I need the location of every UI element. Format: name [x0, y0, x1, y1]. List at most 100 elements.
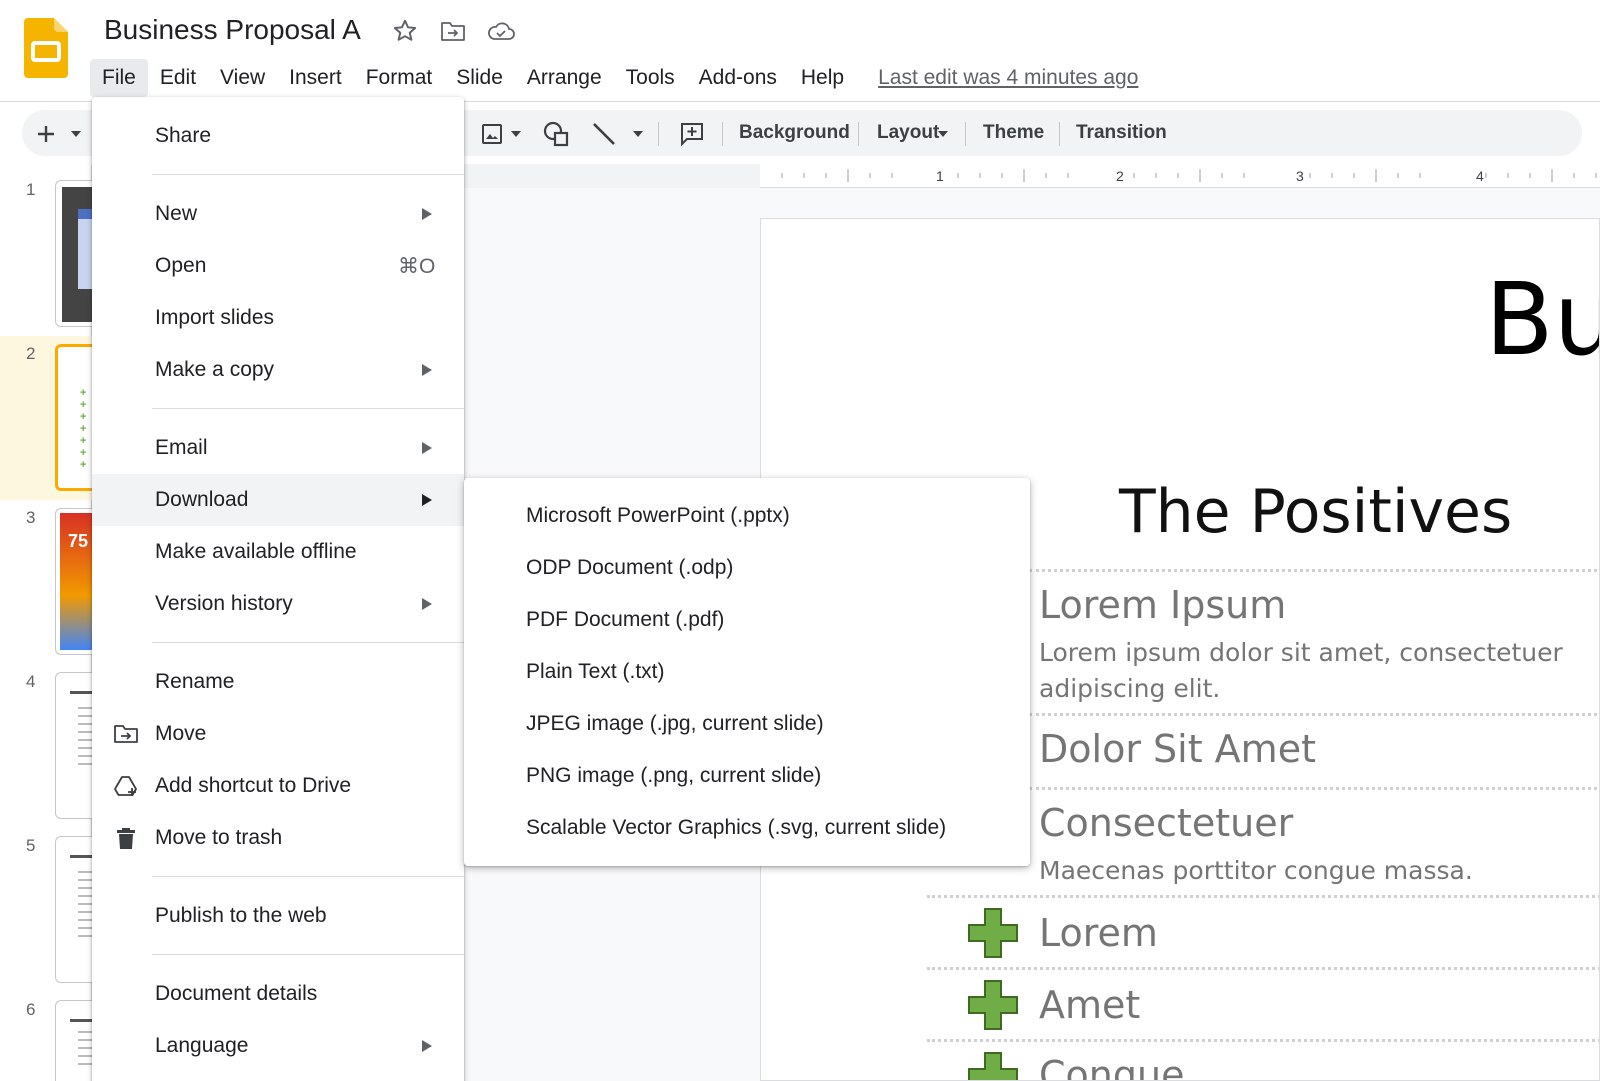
item-text[interactable]: Maecenas porttitor congue massa. [1039, 853, 1473, 889]
slide-thumbnail-6[interactable] [55, 1000, 95, 1081]
download-png[interactable]: PNG image (.png, current slide) [464, 750, 1030, 802]
file-menu-add-shortcut[interactable]: Add shortcut to Drive [92, 760, 464, 812]
file-menu-language[interactable]: Language [92, 1020, 464, 1072]
ruler-ticks [781, 169, 1597, 182]
new-slide-dropdown-icon[interactable] [66, 120, 86, 148]
menu-edit[interactable]: Edit [148, 59, 208, 97]
menu-item-label: Open [155, 254, 207, 277]
menu-item-label: Scalable Vector Graphics (.svg, current … [526, 816, 947, 839]
file-menu-share[interactable]: Share [92, 110, 464, 162]
menu-file[interactable]: File [90, 59, 148, 97]
item-title[interactable]: Lorem Ipsum [1039, 583, 1286, 627]
plus-item-title[interactable]: Amet [1039, 983, 1140, 1027]
ruler-label: 4 [1476, 168, 1484, 184]
download-jpg[interactable]: JPEG image (.jpg, current slide) [464, 698, 1030, 750]
add-comment-icon[interactable] [678, 120, 706, 148]
line-dropdown-icon[interactable] [628, 120, 648, 148]
move-folder-icon [112, 720, 140, 748]
plus-item-title[interactable]: Congue [1039, 1053, 1184, 1080]
file-menu-move-to-trash[interactable]: Move to trash [92, 812, 464, 864]
menu-item-label: Move to trash [155, 826, 283, 849]
file-menu-new[interactable]: New [92, 188, 464, 240]
download-pptx[interactable]: Microsoft PowerPoint (.pptx) [464, 490, 1030, 542]
layout-dropdown-icon[interactable] [934, 120, 952, 148]
menu-item-label: PDF Document (.pdf) [526, 608, 725, 631]
divider-line [1029, 713, 1599, 716]
file-menu-open[interactable]: Open ⌘O [92, 240, 464, 292]
download-odp[interactable]: ODP Document (.odp) [464, 542, 1030, 594]
menu-separator [152, 642, 464, 643]
transition-button[interactable]: Transition [1076, 122, 1167, 144]
line-tool-icon[interactable] [590, 120, 618, 148]
menu-slide[interactable]: Slide [444, 59, 515, 97]
item-title[interactable]: Consectetuer [1039, 801, 1293, 845]
slide-number: 2 [26, 344, 36, 363]
slide-thumbnail-4[interactable] [55, 672, 95, 819]
file-menu-version-history[interactable]: Version history [92, 578, 464, 630]
download-txt[interactable]: Plain Text (.txt) [464, 646, 1030, 698]
slide-number: 6 [26, 1000, 36, 1019]
menu-insert[interactable]: Insert [277, 59, 354, 97]
shape-icon[interactable] [542, 120, 570, 148]
file-menu-download[interactable]: Download [92, 474, 464, 526]
star-icon[interactable] [390, 16, 420, 46]
file-menu-move[interactable]: Move [92, 708, 464, 760]
menu-item-label: Microsoft PowerPoint (.pptx) [526, 504, 790, 527]
item-text[interactable]: adipiscing elit. [1039, 671, 1220, 707]
menu-separator [152, 876, 464, 877]
plus-item-title[interactable]: Lorem [1039, 911, 1158, 955]
toolbar-separator [858, 122, 859, 146]
slide-number: 3 [26, 508, 36, 527]
trash-icon [112, 824, 140, 852]
download-svg[interactable]: Scalable Vector Graphics (.svg, current … [464, 802, 1030, 854]
menu-item-label: PNG image (.png, current slide) [526, 764, 822, 787]
slide-thumbnail-5[interactable] [55, 836, 95, 983]
menu-format[interactable]: Format [354, 59, 445, 97]
menu-separator [152, 408, 464, 409]
slide-title-fragment[interactable]: Bu [1485, 261, 1599, 378]
file-menu-make-offline[interactable]: Make available offline [92, 526, 464, 578]
move-folder-icon[interactable] [438, 16, 468, 46]
submenu-arrow-icon [422, 598, 432, 610]
ruler-label: 3 [1296, 168, 1304, 184]
item-title[interactable]: Dolor Sit Amet [1039, 727, 1316, 771]
plus-icon [968, 1052, 1018, 1080]
plus-icon [968, 908, 1018, 958]
theme-button[interactable]: Theme [983, 122, 1044, 144]
menu-add-ons[interactable]: Add-ons [687, 59, 789, 97]
image-dropdown-icon[interactable] [506, 120, 526, 148]
file-menu-email[interactable]: Email [92, 422, 464, 474]
download-pdf[interactable]: PDF Document (.pdf) [464, 594, 1030, 646]
layout-button[interactable]: Layout [877, 122, 939, 144]
shortcut-label: ⌘O [398, 254, 436, 278]
slide-thumbnail-1[interactable] [55, 180, 95, 327]
cloud-status-icon[interactable] [486, 16, 516, 46]
insert-image-icon[interactable] [478, 120, 506, 148]
slide-thumbnail-3[interactable]: 75 [55, 508, 95, 655]
divider-line [1029, 569, 1599, 572]
slides-logo-icon[interactable] [24, 18, 68, 78]
file-menu-make-copy[interactable]: Make a copy [92, 344, 464, 396]
menu-arrange[interactable]: Arrange [515, 59, 614, 97]
file-menu-rename[interactable]: Rename [92, 656, 464, 708]
divider-line [927, 895, 1599, 898]
menu-view[interactable]: View [208, 59, 277, 97]
file-menu-import-slides[interactable]: Import slides [92, 292, 464, 344]
menu-item-label: JPEG image (.jpg, current slide) [526, 712, 824, 735]
file-menu-document-details[interactable]: Document details [92, 968, 464, 1020]
document-title[interactable]: Business Proposal A [104, 14, 361, 46]
slide-thumbnail-2[interactable]: + + + + + + + [55, 344, 95, 491]
slide-heading[interactable]: The Positives [1119, 477, 1512, 547]
last-edit-link[interactable]: Last edit was 4 minutes ago [878, 66, 1138, 90]
menu-item-label: Version history [155, 592, 293, 615]
menu-tools[interactable]: Tools [614, 59, 687, 97]
menu-item-label: Share [155, 124, 212, 147]
background-button[interactable]: Background [739, 122, 850, 144]
toolbar-separator [1059, 122, 1060, 146]
file-menu-publish[interactable]: Publish to the web [92, 890, 464, 942]
item-text[interactable]: Lorem ipsum dolor sit amet, consectetuer [1039, 635, 1563, 671]
download-submenu: Microsoft PowerPoint (.pptx) ODP Documen… [464, 478, 1030, 866]
new-slide-plus-icon[interactable] [32, 120, 60, 148]
menu-item-label: Language [155, 1034, 249, 1057]
menu-help[interactable]: Help [789, 59, 856, 97]
